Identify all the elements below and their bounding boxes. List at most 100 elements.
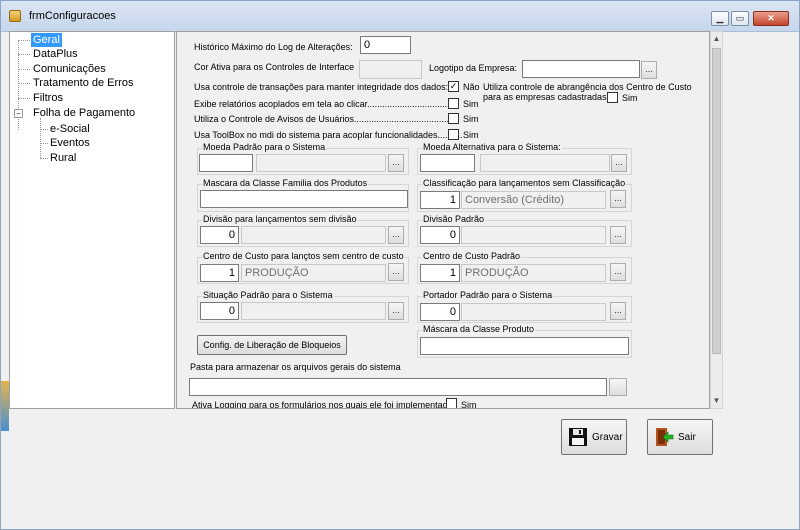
historico-input[interactable]: 0	[360, 36, 411, 54]
historico-label: Histórico Máximo do Log de Alterações:	[194, 42, 353, 52]
tree-item-filtros[interactable]: Filtros	[33, 91, 63, 105]
gravar-label: Gravar	[592, 432, 623, 443]
tree-branch	[18, 98, 30, 99]
cc-padrao-browse-button[interactable]: ...	[610, 263, 626, 281]
classificacao-code[interactable]: 1	[420, 191, 460, 209]
title-bar: frmConfiguracoes ▁ ▭ ✕	[1, 1, 799, 32]
mascara-familia-input[interactable]	[200, 190, 408, 208]
moeda-alternativa-browse-button[interactable]: ...	[611, 154, 627, 172]
portador-desc	[461, 303, 606, 321]
tree-line	[40, 118, 41, 158]
logotipo-label: Logotipo da Empresa:	[429, 63, 518, 73]
moeda-alternativa-code[interactable]	[420, 154, 475, 172]
config-tree[interactable]: Geral DataPlus Comunicações Tratamento d…	[9, 31, 175, 409]
moeda-padrao-code[interactable]	[199, 154, 253, 172]
divisao-sem-code[interactable]: 0	[200, 226, 239, 244]
tree-item-dataplus[interactable]: DataPlus	[33, 47, 78, 61]
restore-button[interactable]: ▭	[731, 11, 749, 26]
pasta-input[interactable]	[189, 378, 607, 396]
settings-panel: Histórico Máximo do Log de Alterações: 0…	[176, 31, 710, 409]
cc-padrao-label: Centro de Custo Padrão	[422, 251, 522, 261]
divisao-sem-label: Divisão para lançamentos sem divisão	[202, 214, 358, 224]
cc-sem-browse-button[interactable]: ...	[388, 263, 404, 281]
abrangencia-sim-label: Sim	[622, 93, 638, 103]
toolbox-sim-label: Sim	[463, 130, 479, 140]
moeda-padrao-label: Moeda Padrão para o Sistema	[202, 142, 327, 152]
abrangencia-label-1: Utiliza controle de abrangência dos Cent…	[483, 82, 692, 92]
divisao-padrao-browse-button[interactable]: ...	[610, 226, 626, 244]
window-title: frmConfiguracoes	[29, 10, 116, 22]
avisos-checkbox[interactable]	[448, 113, 459, 124]
tree-item-folha-pagamento[interactable]: Folha de Pagamento	[33, 106, 135, 120]
situacao-code[interactable]: 0	[200, 302, 239, 320]
situacao-browse-button[interactable]: ...	[388, 302, 404, 320]
portador-label: Portador Padrão para o Sistema	[422, 290, 554, 300]
app-icon	[9, 10, 21, 22]
divisao-padrao-label: Divisão Padrão	[422, 214, 486, 224]
tree-item-rural[interactable]: Rural	[50, 151, 76, 165]
tree-branch	[18, 54, 30, 55]
divisao-padrao-code[interactable]: 0	[420, 226, 460, 244]
abrangencia-label-2: para as empresas cadastradas:	[483, 92, 610, 102]
divisao-sem-browse-button[interactable]: ...	[388, 226, 404, 244]
scroll-thumb[interactable]	[712, 48, 721, 354]
relatorios-label: Exibe relatórios acoplados em tela ao cl…	[194, 99, 455, 109]
divisao-padrao-desc	[461, 226, 606, 244]
close-button[interactable]: ✕	[753, 11, 789, 26]
pasta-label: Pasta para armazenar os arquivos gerais …	[190, 362, 401, 372]
transacoes-checkbox[interactable]: ✓	[448, 81, 459, 92]
tree-item-comunicacoes[interactable]: Comunicações	[33, 62, 106, 76]
tree-item-geral[interactable]: Geral	[31, 33, 62, 47]
config-liberacao-bloqueios-button[interactable]: Config. de Liberação de Bloqueios	[197, 335, 347, 355]
main-window: frmConfiguracoes ▁ ▭ ✕ Geral DataPlus Co…	[0, 0, 800, 530]
moeda-padrao-browse-button[interactable]: ...	[388, 154, 404, 172]
classificacao-label: Classificação para lançamentos sem Class…	[422, 178, 627, 188]
situacao-desc	[241, 302, 386, 320]
panel-scrollbar[interactable]: ▲ ▼	[710, 31, 723, 409]
classificacao-desc: Conversão (Crédito)	[461, 191, 606, 209]
logotipo-browse-button[interactable]: ...	[641, 61, 657, 79]
avisos-sim-label: Sim	[463, 114, 479, 124]
cc-sem-label: Centro de Custo para lançtos sem centro …	[202, 251, 405, 261]
scroll-down-icon[interactable]: ▼	[712, 395, 721, 407]
portador-code[interactable]: 0	[420, 303, 460, 321]
portador-browse-button[interactable]: ...	[610, 302, 626, 320]
classificacao-browse-button[interactable]: ...	[610, 190, 626, 208]
pasta-browse-button[interactable]	[609, 378, 627, 396]
relatorios-sim-label: Sim	[463, 99, 479, 109]
logging-label: Ativa Logging para os formulários nos qu…	[192, 400, 456, 409]
tree-branch	[18, 69, 30, 70]
gravar-button[interactable]: Gravar	[561, 419, 627, 455]
abrangencia-checkbox[interactable]	[607, 92, 618, 103]
tree-branch	[40, 158, 48, 159]
sair-label: Sair	[678, 432, 696, 443]
cc-padrao-desc: PRODUÇÃO	[461, 264, 606, 282]
nao-label: Não	[463, 82, 480, 92]
mascara-produto-label: Máscara da Classe Produto	[422, 324, 536, 334]
sair-button[interactable]: Sair	[647, 419, 713, 455]
relatorios-checkbox[interactable]	[448, 98, 459, 109]
collapse-icon[interactable]: −	[14, 109, 23, 118]
logging-checkbox[interactable]	[446, 398, 457, 408]
background-strip	[1, 381, 9, 431]
logging-sim-label: Sim	[461, 400, 477, 409]
mdi-caption-buttons: ▁ ▭ ✕	[711, 11, 797, 29]
mascara-produto-input[interactable]	[420, 337, 629, 355]
cor-ativa-swatch[interactable]	[359, 60, 422, 79]
cc-padrao-code[interactable]: 1	[420, 264, 460, 282]
minimize-button[interactable]: ▁	[711, 11, 729, 26]
logotipo-input[interactable]	[522, 60, 640, 78]
avisos-label: Utiliza o Controle de Avisos de Usuários…	[194, 114, 452, 124]
scroll-up-icon[interactable]: ▲	[712, 33, 721, 45]
moeda-padrao-desc	[256, 154, 386, 172]
cor-ativa-label: Cor Ativa para os Controles de Interface	[194, 62, 355, 72]
cc-sem-desc: PRODUÇÃO	[241, 264, 386, 282]
transacoes-label: Usa controle de transações para manter i…	[194, 82, 449, 92]
cc-sem-code[interactable]: 1	[200, 264, 239, 282]
tree-item-tratamento-erros[interactable]: Tratamento de Erros	[33, 76, 133, 90]
tree-branch	[40, 129, 48, 130]
tree-item-eventos[interactable]: Eventos	[50, 136, 90, 150]
floppy-disk-icon	[569, 428, 587, 446]
toolbox-checkbox[interactable]	[448, 129, 459, 140]
tree-item-esocial[interactable]: e-Social	[50, 122, 90, 136]
